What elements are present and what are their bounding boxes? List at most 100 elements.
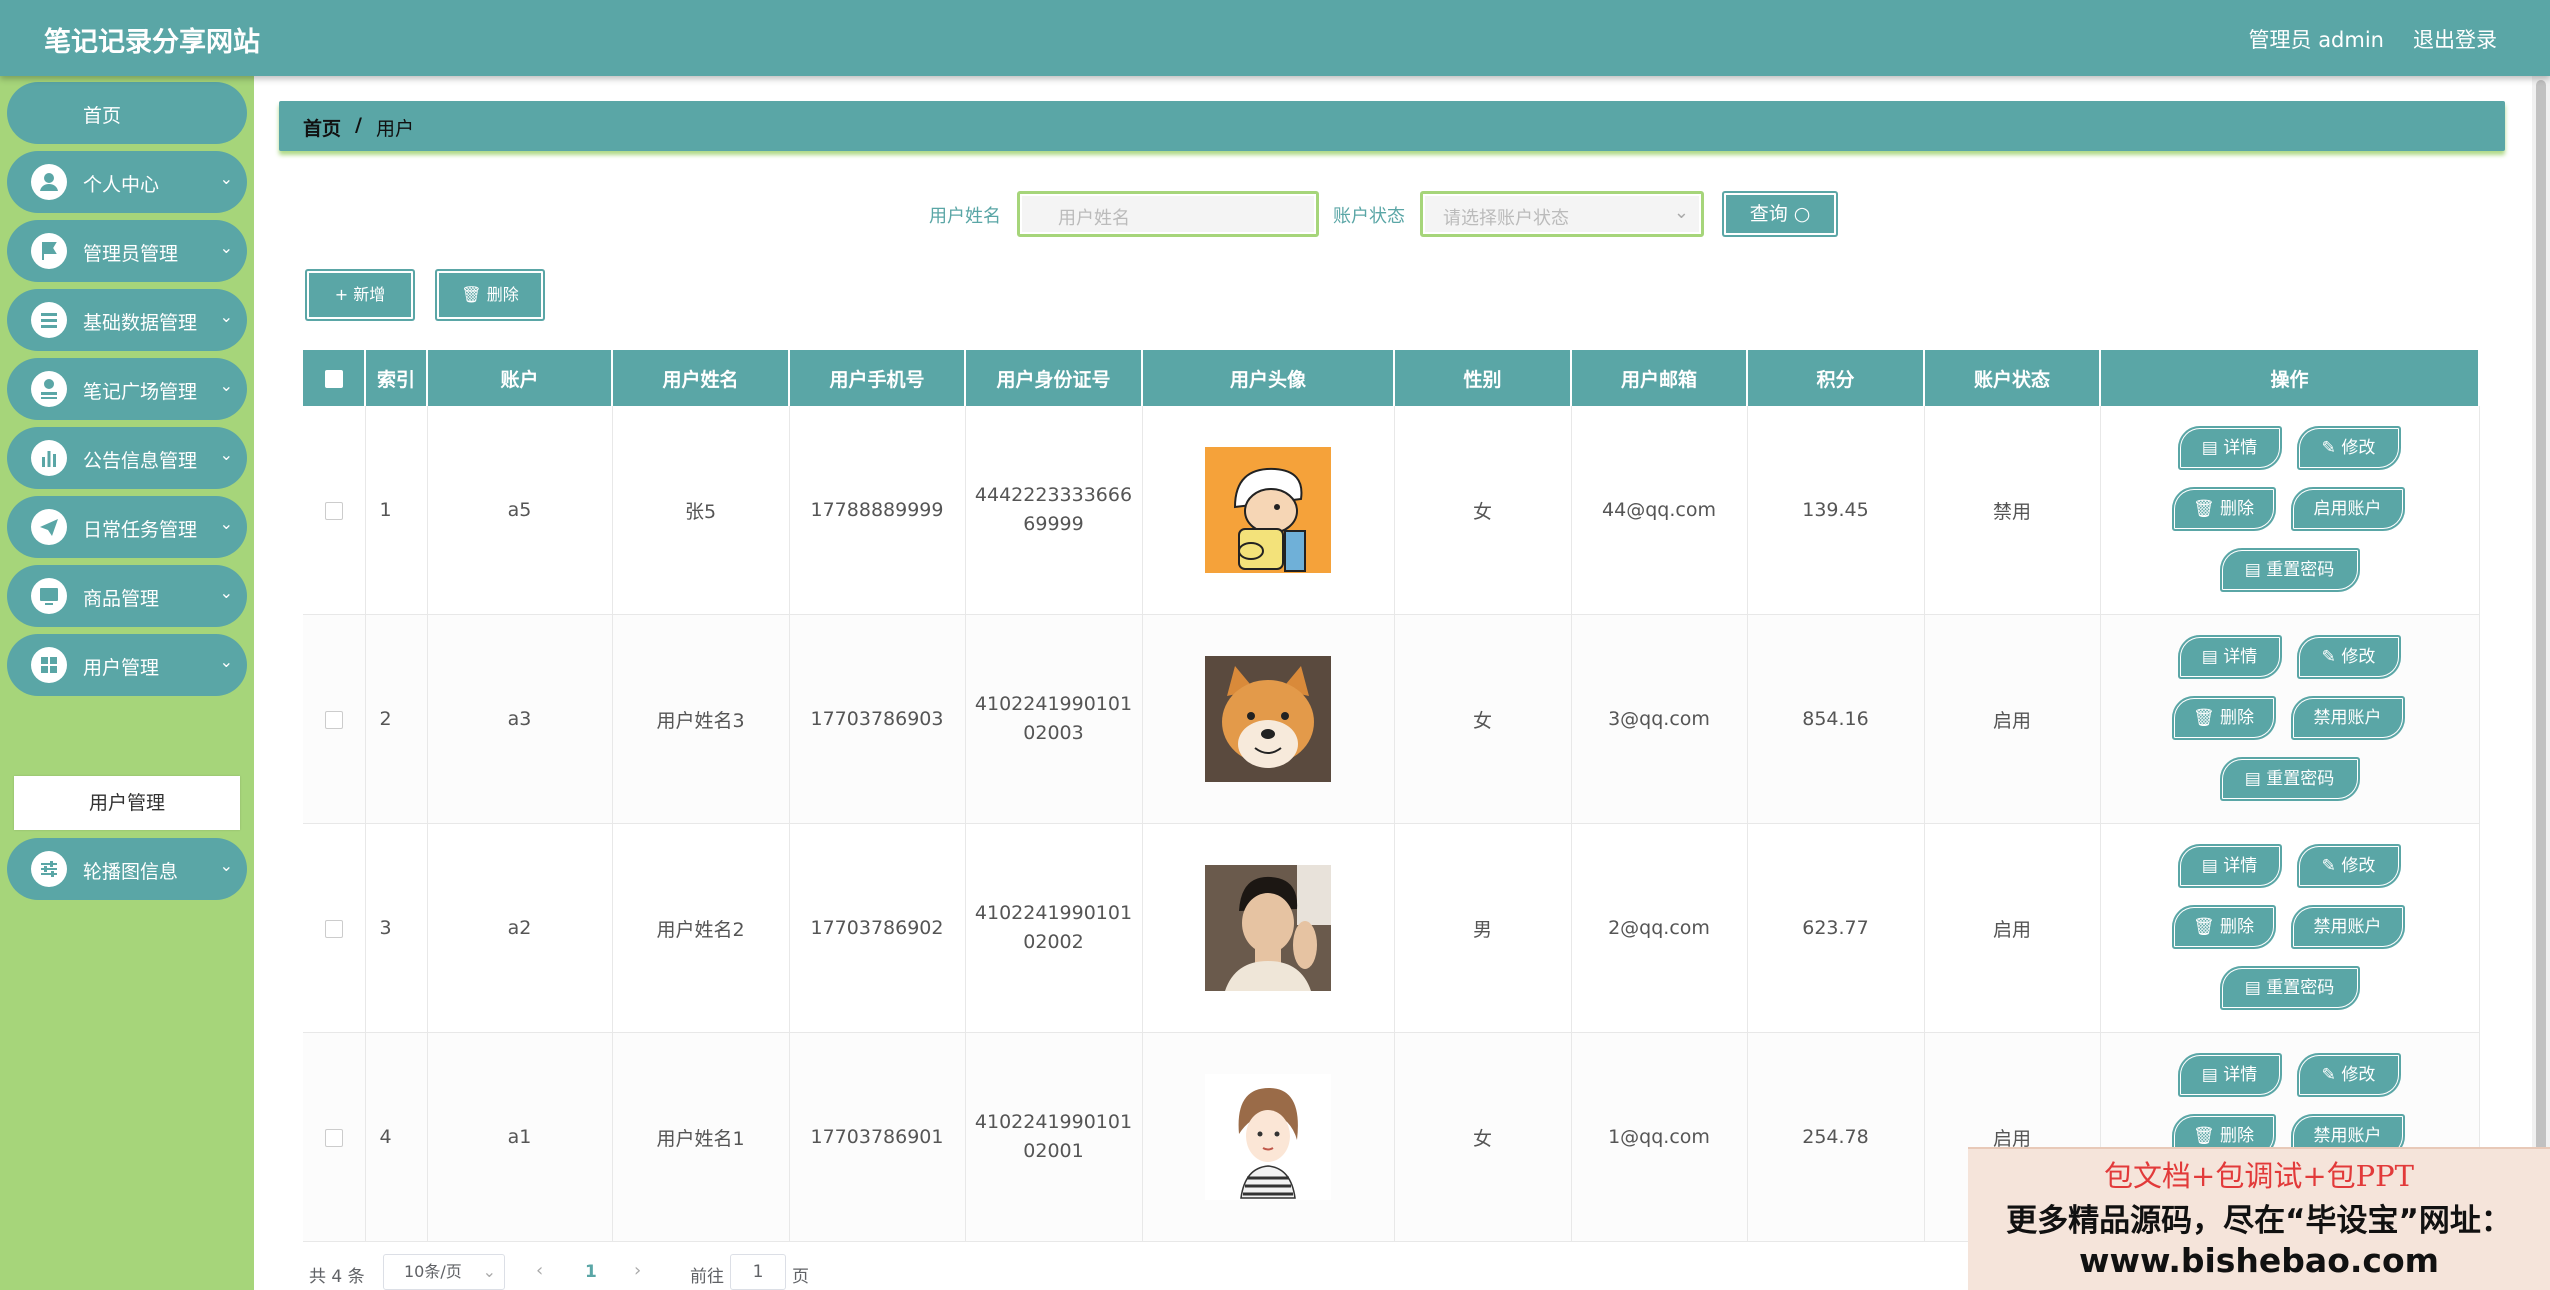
detail-button[interactable]: ▤ 详情: [2177, 844, 2282, 888]
sidebar-item-label: 个人中心: [83, 174, 160, 196]
goto-label: 前往: [690, 1267, 724, 1287]
column-header: 用户姓名: [612, 350, 790, 406]
status-select[interactable]: 请选择账户状态 ⌄: [1420, 191, 1704, 237]
index-cell: 3: [365, 823, 428, 1033]
status-cell: 禁用: [1924, 406, 2101, 615]
reset-password-button[interactable]: ▤ 重置密码: [2219, 757, 2360, 801]
next-page-button[interactable]: ›: [634, 1260, 641, 1281]
avatar-cell: [1142, 614, 1395, 824]
promo-line-2: 更多精品源码，尽在“毕设宝”网址：: [2006, 1203, 2512, 1239]
detail-button[interactable]: ▤ 详情: [2177, 1053, 2282, 1097]
table-row: 1 a5 张5 17788889999 444222333366669999 女…: [303, 406, 2480, 615]
prev-page-button[interactable]: ‹: [536, 1260, 543, 1281]
sidebar-item-label: 公告信息管理: [83, 450, 198, 472]
promo-line-1: 包文档+包调试+包PPT: [2104, 1159, 2414, 1193]
detail-button[interactable]: ▤ 详情: [2177, 635, 2282, 679]
sidebar-item-notice[interactable]: 公告信息管理 ⌄: [7, 427, 247, 489]
batch-delete-button[interactable]: 🗑 删除: [435, 269, 545, 321]
idcard-text: 410224199010102001: [974, 1111, 1133, 1162]
phone-cell: 17703786903: [789, 614, 966, 824]
toggle-account-button[interactable]: 启用账户: [2290, 487, 2405, 531]
idcard-cell: 444222333366669999: [965, 406, 1143, 615]
column-header: 用户邮箱: [1571, 350, 1748, 406]
idcard-cell: 410224199010102003: [965, 614, 1143, 824]
list-icon: [31, 302, 67, 338]
sidebar-item-label: 商品管理: [83, 588, 160, 610]
delete-button[interactable]: 🗑 删除: [2171, 905, 2276, 949]
row-checkbox[interactable]: [324, 501, 343, 520]
points-cell: 254.78: [1747, 1032, 1925, 1242]
row-checkbox[interactable]: [324, 710, 343, 729]
sidebar-item-home[interactable]: 首页: [7, 82, 247, 144]
status-search-label: 账户状态: [1333, 206, 1405, 227]
delete-button[interactable]: 🗑 删除: [2171, 487, 2276, 531]
sidebar-item-label: 笔记广场管理: [83, 381, 198, 403]
name-cell: 用户姓名3: [612, 614, 790, 824]
chevron-down-icon: ⌄: [219, 169, 233, 188]
top-header: 笔记记录分享网站 管理员 admin 退出登录: [0, 0, 2550, 76]
page-size-value: 10条/页: [404, 1262, 462, 1281]
trash-icon: 🗑: [461, 285, 487, 304]
sidebar-subitem-user-management[interactable]: 用户管理: [14, 776, 240, 830]
sidebar-item-note-square[interactable]: 笔记广场管理 ⌄: [7, 358, 247, 420]
query-button[interactable]: 查询 ○: [1722, 191, 1838, 237]
edit-button[interactable]: ✎ 修改: [2296, 635, 2401, 679]
avatar-cell: [1142, 406, 1395, 615]
edit-button[interactable]: ✎ 修改: [2296, 1053, 2401, 1097]
goto-page-input[interactable]: 1: [730, 1254, 786, 1290]
edit-label: 修改: [2341, 438, 2376, 458]
sidebar-item-personal-center[interactable]: 个人中心 ⌄: [7, 151, 247, 213]
chevron-down-icon: ⌄: [219, 376, 233, 395]
table-row: 3 a2 用户姓名2 17703786902 41022419901010200…: [303, 823, 2480, 1033]
row-checkbox[interactable]: [324, 1128, 343, 1147]
toggle-account-button[interactable]: 禁用账户: [2290, 696, 2405, 740]
delete-button[interactable]: 🗑 删除: [2171, 696, 2276, 740]
row-select-cell: [303, 406, 366, 615]
sidebar-item-product[interactable]: 商品管理 ⌄: [7, 565, 247, 627]
chevron-down-icon: ⌄: [1673, 202, 1689, 223]
young-man-avatar: [1205, 865, 1331, 991]
reset-password-label: 重置密码: [2266, 769, 2335, 789]
detail-button[interactable]: ▤ 详情: [2177, 426, 2282, 470]
send-icon: [31, 509, 67, 545]
delete-label: 删除: [2220, 499, 2254, 519]
add-button[interactable]: + 新增: [305, 269, 415, 321]
sidebar-item-admin-management[interactable]: 管理员管理 ⌄: [7, 220, 247, 282]
page-size-select[interactable]: 10条/页 ⌄: [383, 1254, 505, 1290]
column-header: 用户手机号: [789, 350, 966, 406]
sidebar-item-carousel[interactable]: 轮播图信息 ⌄: [7, 838, 247, 900]
batch-delete-label: 删除: [486, 285, 519, 304]
edit-button[interactable]: ✎ 修改: [2296, 426, 2401, 470]
select-all-checkbox[interactable]: [324, 369, 343, 388]
breadcrumb-home[interactable]: 首页: [303, 114, 341, 141]
edit-button[interactable]: ✎ 修改: [2296, 844, 2401, 888]
sidebar-item-user-management[interactable]: 用户管理 ⌄: [7, 634, 247, 696]
row-checkbox[interactable]: [324, 919, 343, 938]
column-header: 账户: [427, 350, 613, 406]
logout-link[interactable]: 退出登录: [2413, 24, 2497, 54]
delete-label: 删除: [2220, 708, 2254, 728]
scrollbar-thumb[interactable]: [2536, 80, 2546, 1280]
row-select-cell: [303, 614, 366, 824]
chevron-down-icon: ⌄: [219, 856, 233, 875]
operations-cell: ▤ 详情 ✎ 修改 🗑 删除 启用账户 ▤ 重置密码: [2100, 406, 2480, 615]
reset-password-button[interactable]: ▤ 重置密码: [2219, 966, 2360, 1010]
page-number-button[interactable]: 1: [585, 1262, 597, 1282]
gender-cell: 女: [1394, 406, 1572, 615]
column-header: 性别: [1394, 350, 1572, 406]
column-header: 索引: [365, 350, 428, 406]
reset-password-button[interactable]: ▤ 重置密码: [2219, 548, 2360, 592]
sidebar-item-label: 管理员管理: [83, 243, 179, 265]
idcard-text: 410224199010102003: [974, 693, 1133, 744]
page-scrollbar[interactable]: [2532, 76, 2550, 1290]
column-header: 用户头像: [1142, 350, 1395, 406]
sliders-icon: [31, 851, 67, 887]
detail-label: 详情: [2223, 856, 2258, 876]
sidebar-item-label: 基础数据管理: [83, 312, 198, 334]
sidebar-item-basic-data[interactable]: 基础数据管理 ⌄: [7, 289, 247, 351]
sidebar-item-daily-task[interactable]: 日常任务管理 ⌄: [7, 496, 247, 558]
index-cell: 1: [365, 406, 428, 615]
name-search-input[interactable]: 用户姓名: [1017, 191, 1319, 237]
account-cell: a1: [427, 1032, 613, 1242]
toggle-account-button[interactable]: 禁用账户: [2290, 905, 2405, 949]
